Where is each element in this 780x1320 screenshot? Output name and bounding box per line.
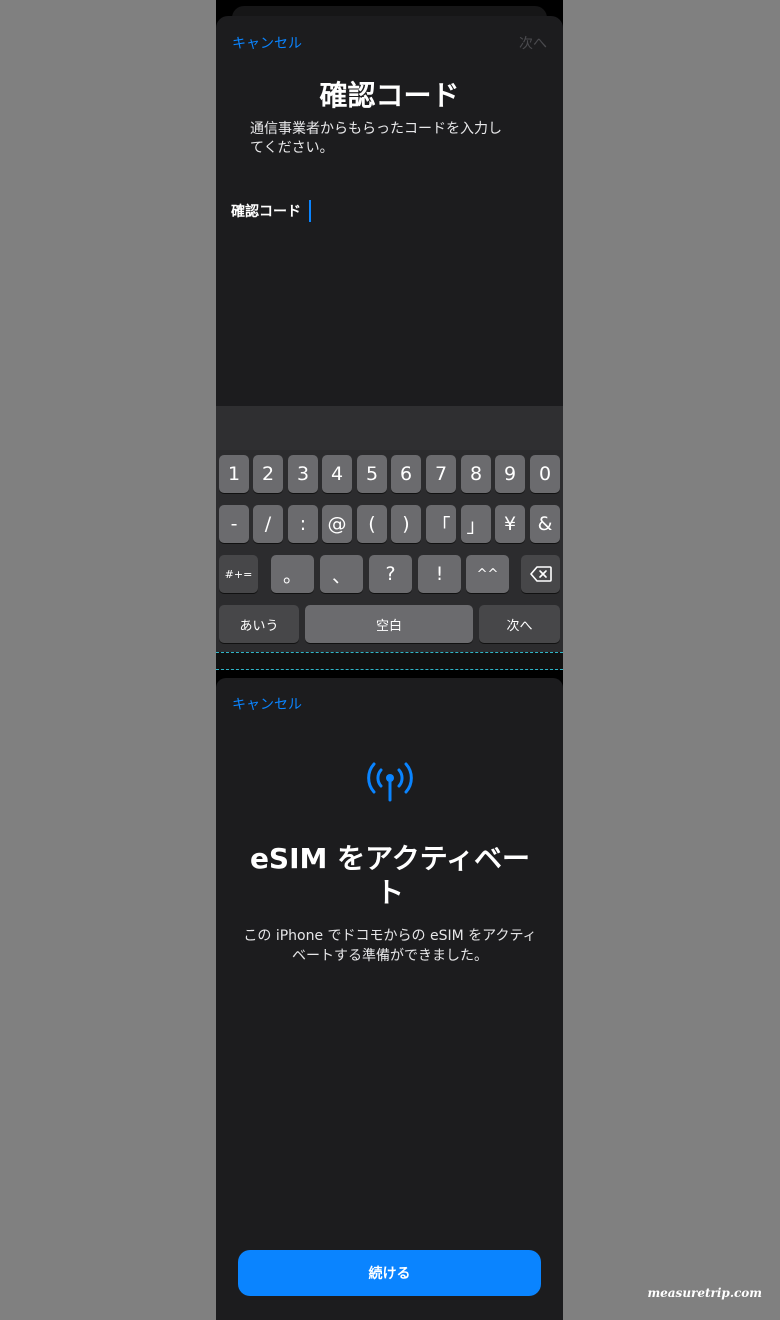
keyboard: 1 2 3 4 5 6 7 8 9 0 - / : @ ( ) 「 」 ¥ & … (216, 406, 563, 652)
key-0[interactable]: 0 (530, 455, 560, 493)
key-return-next[interactable]: 次へ (479, 605, 560, 643)
activate-esim-screen: キャンセル eSIM をアクティベー ト この iPhone でドコモからの e… (216, 670, 563, 1320)
keyboard-row-bottom: あいう 空白 次へ (216, 605, 563, 643)
screenshot-strip: キャンセル 次へ 確認コード 通信事業者からもらったコードを入力し てください。… (216, 0, 563, 1320)
keyboard-row-symbols: - / : @ ( ) 「 」 ¥ & (216, 505, 563, 543)
key-2[interactable]: 2 (253, 455, 283, 493)
watermark: measuretrip.com (647, 1286, 762, 1300)
delete-icon (529, 566, 552, 582)
key-7[interactable]: 7 (426, 455, 456, 493)
key-ampersand[interactable]: & (530, 505, 560, 543)
code-field-row: 確認コード (231, 200, 546, 222)
keyboard-row-punctuation: #+= 。 、 ? ! ^^ (216, 555, 563, 593)
key-space[interactable]: 空白 (305, 605, 473, 643)
key-4[interactable]: 4 (322, 455, 352, 493)
key-5[interactable]: 5 (357, 455, 387, 493)
key-exclamation[interactable]: ! (418, 555, 461, 593)
key-bracket-close[interactable]: 」 (461, 505, 491, 543)
key-bracket-open[interactable]: 「 (426, 505, 456, 543)
key-hyphen[interactable]: - (219, 505, 249, 543)
keyboard-accessory-bar (216, 406, 563, 450)
continue-button[interactable]: 続ける (238, 1250, 541, 1296)
key-9[interactable]: 9 (495, 455, 525, 493)
screenshot-divider (216, 652, 563, 670)
instruction-line-1: 通信事業者からもらったコードを入力し (250, 121, 502, 137)
verification-code-screen: キャンセル 次へ 確認コード 通信事業者からもらったコードを入力し てください。… (216, 0, 563, 652)
page-title: 確認コード (319, 79, 460, 112)
key-colon[interactable]: : (288, 505, 318, 543)
key-3[interactable]: 3 (288, 455, 318, 493)
cancel-button-2[interactable]: キャンセル (232, 694, 302, 714)
key-6[interactable]: 6 (391, 455, 421, 493)
key-at[interactable]: @ (322, 505, 352, 543)
key-paren-close[interactable]: ) (391, 505, 421, 543)
key-more-symbols[interactable]: #+= (219, 555, 258, 593)
cancel-button[interactable]: キャンセル (232, 33, 302, 53)
next-button[interactable]: 次へ (519, 33, 547, 53)
activation-title-line-2: ト (375, 876, 404, 909)
key-kaomoji[interactable]: ^^ (466, 555, 509, 593)
key-question[interactable]: ? (369, 555, 412, 593)
key-period[interactable]: 。 (271, 555, 314, 593)
instruction-line-2: てください。 (250, 140, 334, 156)
antenna-signal-icon (365, 760, 415, 804)
activation-description-line-2: ベートする準備ができました。 (292, 948, 488, 964)
activation-description: この iPhone でドコモからの eSIM をアクティ ベートする準備ができま… (236, 926, 544, 966)
key-8[interactable]: 8 (461, 455, 491, 493)
code-field-label: 確認コード (231, 204, 301, 220)
instruction-text: 通信事業者からもらったコードを入力し てください。 (250, 120, 530, 158)
code-input[interactable] (309, 200, 546, 222)
key-yen[interactable]: ¥ (495, 505, 525, 543)
activation-title: eSIM をアクティベー ト (240, 842, 540, 910)
keyboard-row-numbers: 1 2 3 4 5 6 7 8 9 0 (216, 455, 563, 493)
activation-title-line-1: eSIM をアクティベー (249, 842, 531, 875)
activation-sheet: キャンセル eSIM をアクティベー ト この iPhone でドコモからの e… (216, 678, 563, 1320)
key-1[interactable]: 1 (219, 455, 249, 493)
key-paren-open[interactable]: ( (357, 505, 387, 543)
delete-key[interactable] (521, 555, 560, 593)
activation-description-line-1: この iPhone でドコモからの eSIM をアクティ (243, 928, 537, 944)
key-comma[interactable]: 、 (320, 555, 363, 593)
key-slash[interactable]: / (253, 505, 283, 543)
key-kana-switch[interactable]: あいう (219, 605, 299, 643)
